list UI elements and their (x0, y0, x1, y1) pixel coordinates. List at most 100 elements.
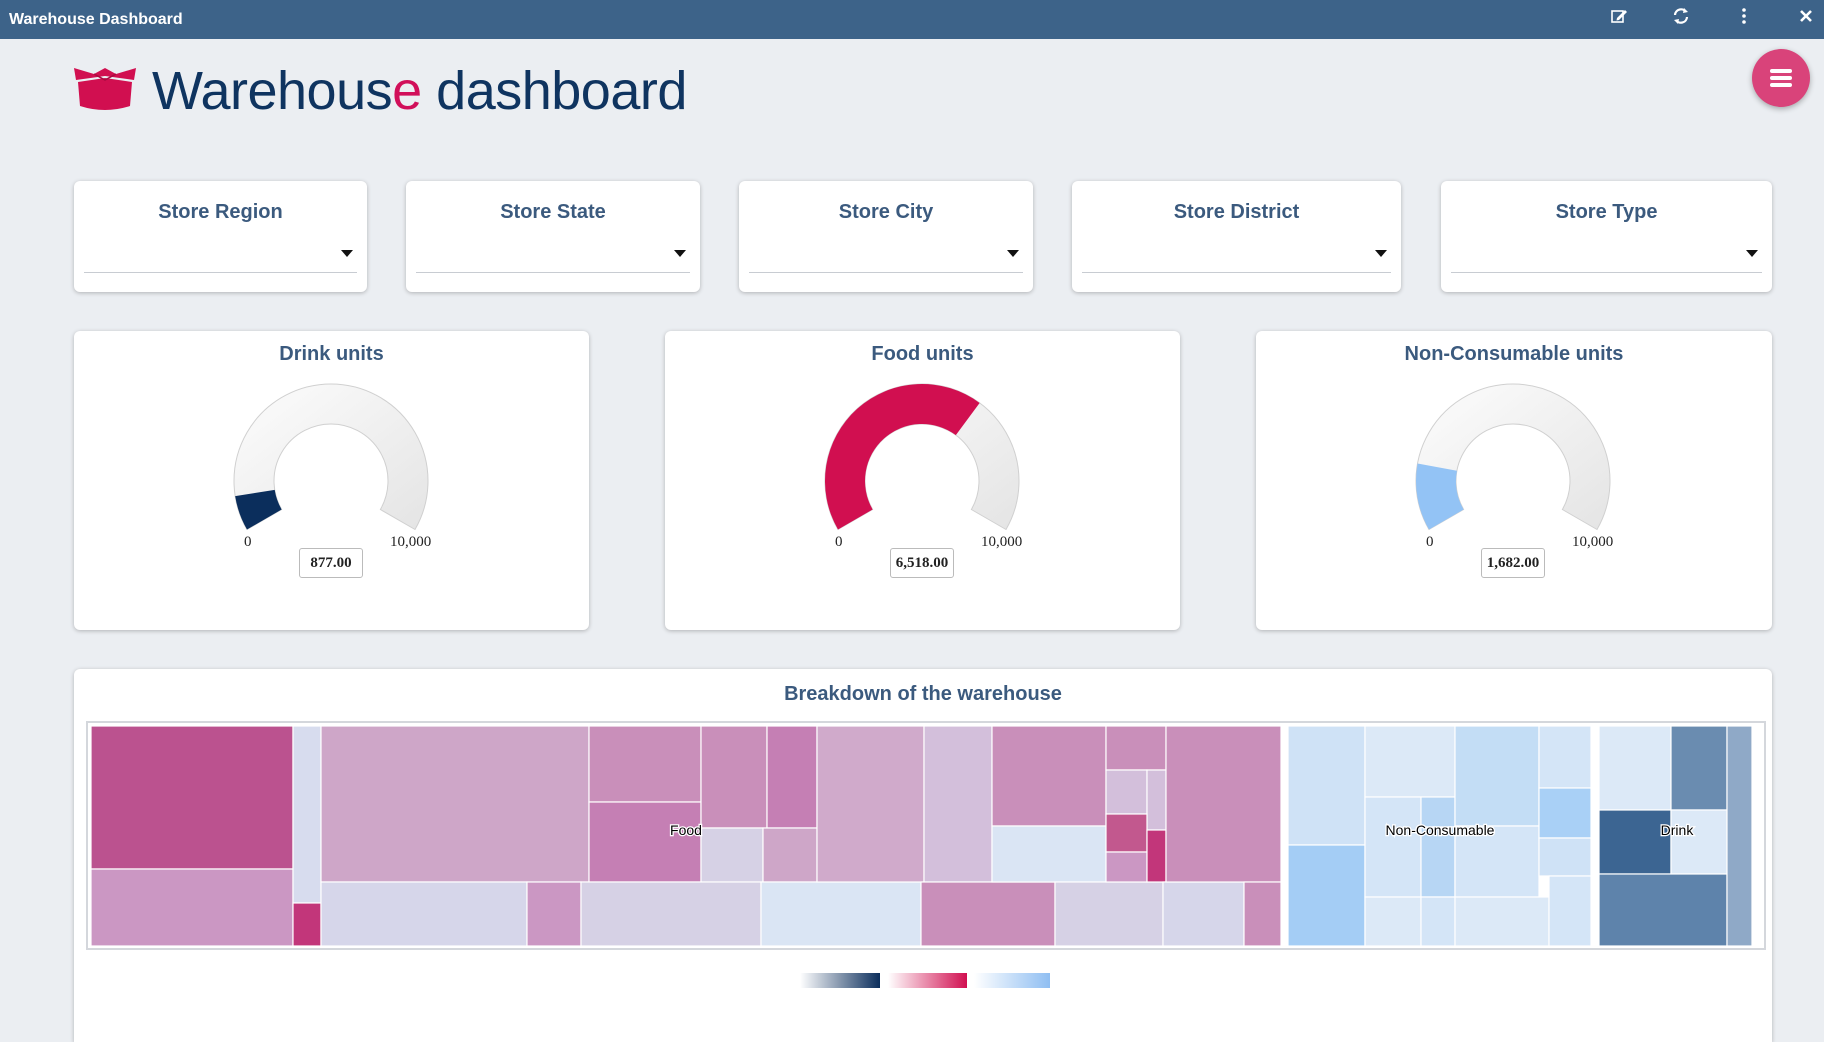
more-vert-icon[interactable] (1730, 6, 1758, 34)
store-region-select[interactable] (84, 236, 357, 273)
treemap-group-gap (1591, 723, 1599, 948)
treemap-tile (1146, 829, 1167, 883)
treemap-tile (1162, 881, 1245, 947)
page-title-sub: dashboard (421, 61, 687, 121)
treemap-tile (1598, 809, 1672, 875)
treemap-tile (766, 725, 818, 829)
treemap-tile (1538, 837, 1592, 877)
filter-store-state: Store State (406, 181, 700, 292)
treemap-tile (320, 881, 528, 947)
treemap-tile (760, 881, 922, 947)
treemap-tile (1454, 896, 1550, 947)
close-icon[interactable] (1792, 6, 1820, 34)
page-title-accent: e (392, 61, 422, 121)
legend-scale-food (888, 973, 967, 988)
treemap-tile (923, 725, 993, 883)
treemap-tile (1105, 725, 1167, 771)
filter-label: Store City (838, 201, 934, 223)
gauge-chart (824, 383, 1020, 531)
store-type-select[interactable] (1451, 236, 1762, 273)
treemap-tile (1364, 796, 1422, 898)
filter-store-type: Store Type (1441, 181, 1772, 292)
gauge-fill (825, 384, 980, 530)
store-city-select[interactable] (749, 236, 1023, 273)
gauge-chart (233, 383, 429, 531)
store-district-select[interactable] (1082, 236, 1391, 273)
treemap-tile (1420, 896, 1456, 947)
filter-store-city: Store City (739, 181, 1033, 292)
treemap-group-label: Non-Consumable (1386, 822, 1495, 838)
treemap-tile (762, 827, 818, 883)
treemap-tile (1287, 725, 1366, 846)
chevron-down-icon (674, 250, 686, 257)
gauge-min-label: 0 (1426, 534, 1434, 550)
treemap-tile (1243, 881, 1282, 947)
breakdown-title: Breakdown of the warehouse (784, 683, 1062, 705)
hamburger-icon-bar (1770, 76, 1792, 80)
treemap-tile (1548, 875, 1592, 947)
treemap: Food Non-Consumable Drink (86, 721, 1766, 950)
treemap-tile (991, 725, 1107, 827)
treemap-tile (1146, 769, 1167, 831)
treemap-tile (320, 725, 590, 883)
gauge-value: 6,518.00 (890, 548, 954, 578)
chevron-down-icon (1375, 250, 1387, 257)
refresh-icon[interactable] (1667, 6, 1695, 34)
treemap-tile (90, 868, 294, 947)
treemap-tile (1538, 787, 1592, 839)
gauge-max-label: 10,000 (1572, 534, 1614, 550)
page-title: Warehouse dashboard (152, 60, 687, 122)
treemap-tile (700, 725, 768, 829)
filter-store-region: Store Region (74, 181, 367, 292)
menu-button[interactable] (1752, 49, 1810, 107)
treemap-tile (1670, 725, 1728, 811)
treemap-tile (991, 825, 1107, 883)
treemap-tile (700, 827, 764, 883)
treemap-tile (816, 725, 925, 883)
gauge-max-label: 10,000 (981, 534, 1023, 550)
treemap-tile (1364, 725, 1456, 798)
store-state-select[interactable] (416, 236, 690, 273)
treemap-tile (920, 881, 1056, 947)
treemap-tile (1670, 809, 1728, 875)
treemap-tile (1364, 896, 1422, 947)
gauge-fill (1416, 463, 1464, 530)
treemap-tile (292, 902, 322, 947)
gauge-chart (1415, 383, 1611, 531)
filter-store-district: Store District (1072, 181, 1401, 292)
filter-label: Store State (500, 201, 606, 223)
gauge-fill (235, 489, 282, 530)
gauge-min-label: 0 (244, 534, 252, 550)
page-title-main: Warehous (152, 61, 393, 121)
gauge-card-food: Food units 0 10,000 6,518.00 (665, 331, 1180, 630)
window-titlebar: Warehouse Dashboard (0, 0, 1824, 39)
treemap-tile (1054, 881, 1164, 947)
treemap-tile (1598, 873, 1728, 947)
window-title: Warehouse Dashboard (9, 11, 183, 28)
treemap-tile (1105, 813, 1148, 853)
treemap-tile (1287, 844, 1366, 947)
chevron-down-icon (1007, 250, 1019, 257)
box-icon (72, 66, 138, 112)
treemap-tile (1105, 769, 1148, 815)
treemap-tile (1726, 725, 1753, 947)
treemap-tile (90, 725, 294, 870)
treemap-tile (588, 725, 702, 803)
treemap-tile (1454, 725, 1540, 827)
gauge-card-non-consumable: Non-Consumable units 0 10,000 1,682.00 (1256, 331, 1772, 630)
filter-label: Store Type (1555, 201, 1658, 223)
breakdown-card: Breakdown of the warehouse Food Non-Consu… (74, 669, 1772, 1042)
treemap-tile (588, 801, 702, 883)
chevron-down-icon (341, 250, 353, 257)
treemap-tile (1105, 851, 1148, 883)
hamburger-icon-bar (1770, 83, 1792, 87)
chevron-down-icon (1746, 250, 1758, 257)
treemap-tile (1165, 725, 1282, 883)
filter-label: Store District (1173, 201, 1300, 223)
treemap-group-label: Food (670, 822, 702, 838)
gauge-value: 1,682.00 (1481, 548, 1545, 578)
edit-icon[interactable] (1605, 6, 1633, 34)
treemap-tile (1598, 725, 1672, 811)
gauge-min-label: 0 (835, 534, 843, 550)
treemap-tile (580, 881, 762, 947)
